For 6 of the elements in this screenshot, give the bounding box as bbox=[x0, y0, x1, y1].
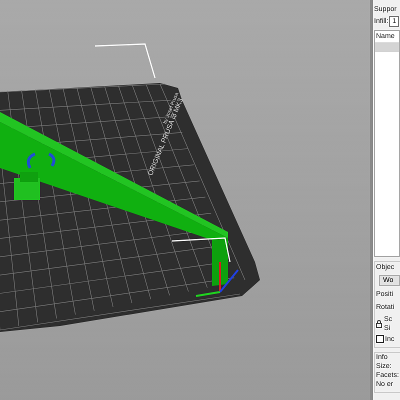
bounding-box-corner bbox=[94, 43, 156, 78]
bounding-box-corner bbox=[172, 237, 231, 262]
object-drawing bbox=[14, 172, 40, 200]
inches-checkbox[interactable] bbox=[376, 335, 384, 343]
axes-icon bbox=[196, 262, 239, 297]
lock-icon[interactable] bbox=[376, 320, 382, 328]
